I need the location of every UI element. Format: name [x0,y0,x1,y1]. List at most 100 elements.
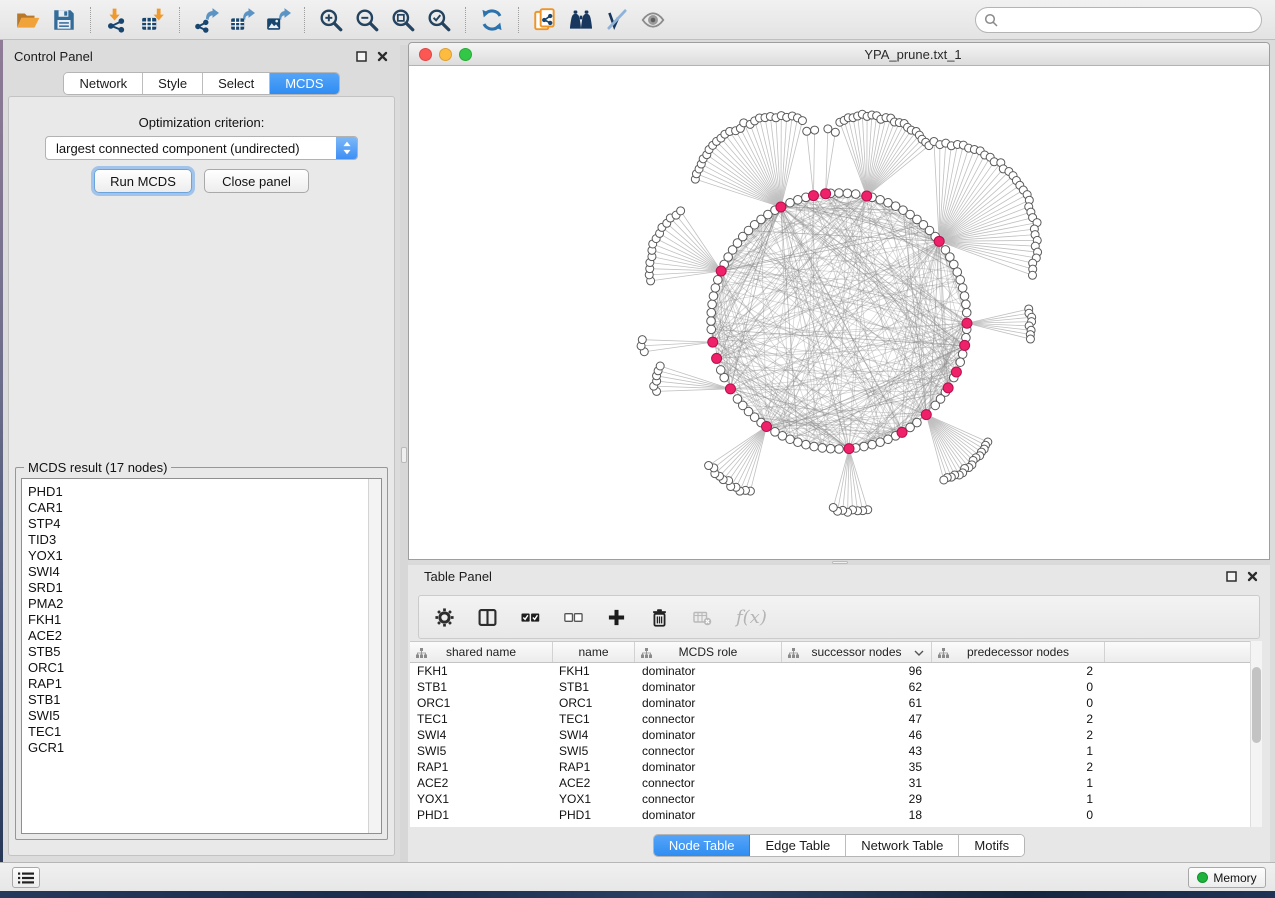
unselect-all-columns-button[interactable] [564,608,583,627]
table-cell-successor_nodes[interactable]: 31 [782,775,932,791]
network-node[interactable] [708,300,717,309]
float-window-icon[interactable] [356,51,367,62]
import-table-button[interactable] [135,4,171,36]
window-close-button[interactable] [419,48,432,61]
hide-selected-button[interactable] [599,4,635,36]
table-cell-predecessor_nodes[interactable]: 2 [932,663,1105,679]
select-stepper[interactable] [336,137,357,159]
satellite-node[interactable] [1026,335,1034,343]
table-cell-mcds_role[interactable]: connector [635,775,782,791]
float-window-icon[interactable] [1226,571,1237,582]
table-row[interactable]: ORC1ORC1dominator610 [410,695,1250,711]
table-cell-name[interactable]: YOX1 [553,791,635,807]
network-node[interactable] [713,276,722,285]
table-cell-predecessor_nodes[interactable]: 2 [932,711,1105,727]
export-table-button[interactable] [224,4,260,36]
new-network-from-selection-button[interactable] [527,4,563,36]
table-cell-successor_nodes[interactable]: 62 [782,679,932,695]
tab-mcds[interactable]: MCDS [270,73,338,94]
mcds-hub-node[interactable] [762,421,772,431]
mcds-result-item[interactable]: TEC1 [28,724,367,740]
mcds-hub-node[interactable] [943,383,953,393]
network-node[interactable] [786,198,795,207]
column-header-shared-name[interactable]: shared name [410,642,553,662]
memory-button[interactable]: Memory [1188,867,1266,888]
mcds-result-item[interactable]: ORC1 [28,660,367,676]
network-node[interactable] [931,401,940,410]
table-row[interactable]: RAP1RAP1dominator352 [410,759,1250,775]
table-cell-mcds_role[interactable]: dominator [635,807,782,823]
splitter-grab-handle[interactable] [401,447,407,463]
network-node[interactable] [810,442,819,451]
table-cell-shared_name[interactable]: SWI5 [410,743,553,759]
table-row[interactable]: SWI5SWI5connector431 [410,743,1250,759]
mcds-result-item[interactable]: PMA2 [28,596,367,612]
network-node[interactable] [960,292,969,301]
network-node[interactable] [707,325,716,334]
mcds-hub-node[interactable] [951,367,961,377]
satellite-node[interactable] [811,126,819,134]
network-node[interactable] [733,395,742,404]
table-cell-successor_nodes[interactable]: 35 [782,759,932,775]
network-node[interactable] [716,366,725,375]
zoom-out-button[interactable] [349,4,385,36]
mcds-hub-node[interactable] [934,236,944,246]
table-cell-predecessor_nodes[interactable]: 1 [932,775,1105,791]
mcds-result-item[interactable]: GCR1 [28,740,367,756]
network-node[interactable] [962,308,971,317]
network-node[interactable] [711,284,720,293]
optimization-criterion-select[interactable]: largest connected component (undirected) [45,136,358,160]
network-node[interactable] [876,438,885,447]
network-node[interactable] [771,428,780,437]
mcds-hub-node[interactable] [712,353,722,363]
mcds-result-item[interactable]: SWI4 [28,564,367,580]
table-cell-shared_name[interactable]: FKH1 [410,663,553,679]
satellite-node[interactable] [677,207,685,215]
import-network-button[interactable] [99,4,135,36]
mcds-hub-node[interactable] [776,202,786,212]
mcds-result-item[interactable]: TID3 [28,532,367,548]
table-cell-mcds_role[interactable]: dominator [635,679,782,695]
table-cell-name[interactable]: SWI4 [553,727,635,743]
network-node[interactable] [794,195,803,204]
mcds-hub-node[interactable] [821,189,831,199]
network-node[interactable] [860,442,869,451]
table-cell-shared_name[interactable]: RAP1 [410,759,553,775]
table-cell-mcds_role[interactable]: dominator [635,759,782,775]
mcds-hub-node[interactable] [962,318,972,328]
table-row[interactable]: YOX1YOX1connector291 [410,791,1250,807]
zoom-selected-button[interactable] [421,4,457,36]
mcds-hub-node[interactable] [960,340,970,350]
network-node[interactable] [826,444,835,453]
table-cell-name[interactable]: STB1 [553,679,635,695]
close-panel-icon[interactable] [1247,571,1258,582]
network-node[interactable] [851,190,860,199]
table-cell-predecessor_nodes[interactable]: 0 [932,679,1105,695]
show-column-panel-button[interactable] [478,608,497,627]
table-cell-predecessor_nodes[interactable]: 0 [932,807,1105,823]
table-cell-shared_name[interactable]: SWI4 [410,727,553,743]
mcds-hub-node[interactable] [716,266,726,276]
satellite-node[interactable] [940,476,948,484]
table-cell-name[interactable]: ORC1 [553,695,635,711]
table-row[interactable]: FKH1FKH1dominator962 [410,663,1250,679]
close-panel-icon[interactable] [377,51,388,62]
table-cell-mcds_role[interactable]: connector [635,791,782,807]
network-node[interactable] [835,445,844,454]
tab-node-table[interactable]: Node Table [654,835,751,856]
table-row[interactable]: ACE2ACE2connector311 [410,775,1250,791]
table-cell-mcds_role[interactable]: dominator [635,727,782,743]
satellite-node[interactable] [638,336,646,344]
search-input[interactable] [975,7,1262,33]
table-cell-successor_nodes[interactable]: 43 [782,743,932,759]
network-node[interactable] [709,292,718,301]
table-cell-predecessor_nodes[interactable]: 2 [932,727,1105,743]
column-header-predecessor-nodes[interactable]: predecessor nodes [932,642,1105,662]
table-row[interactable]: SWI4SWI4dominator462 [410,727,1250,743]
select-all-columns-button[interactable] [521,608,540,627]
satellite-node[interactable] [705,462,713,470]
network-node[interactable] [818,444,827,453]
network-node[interactable] [953,268,962,277]
table-cell-predecessor_nodes[interactable]: 1 [932,743,1105,759]
show-graphics-details-button[interactable] [635,4,671,36]
